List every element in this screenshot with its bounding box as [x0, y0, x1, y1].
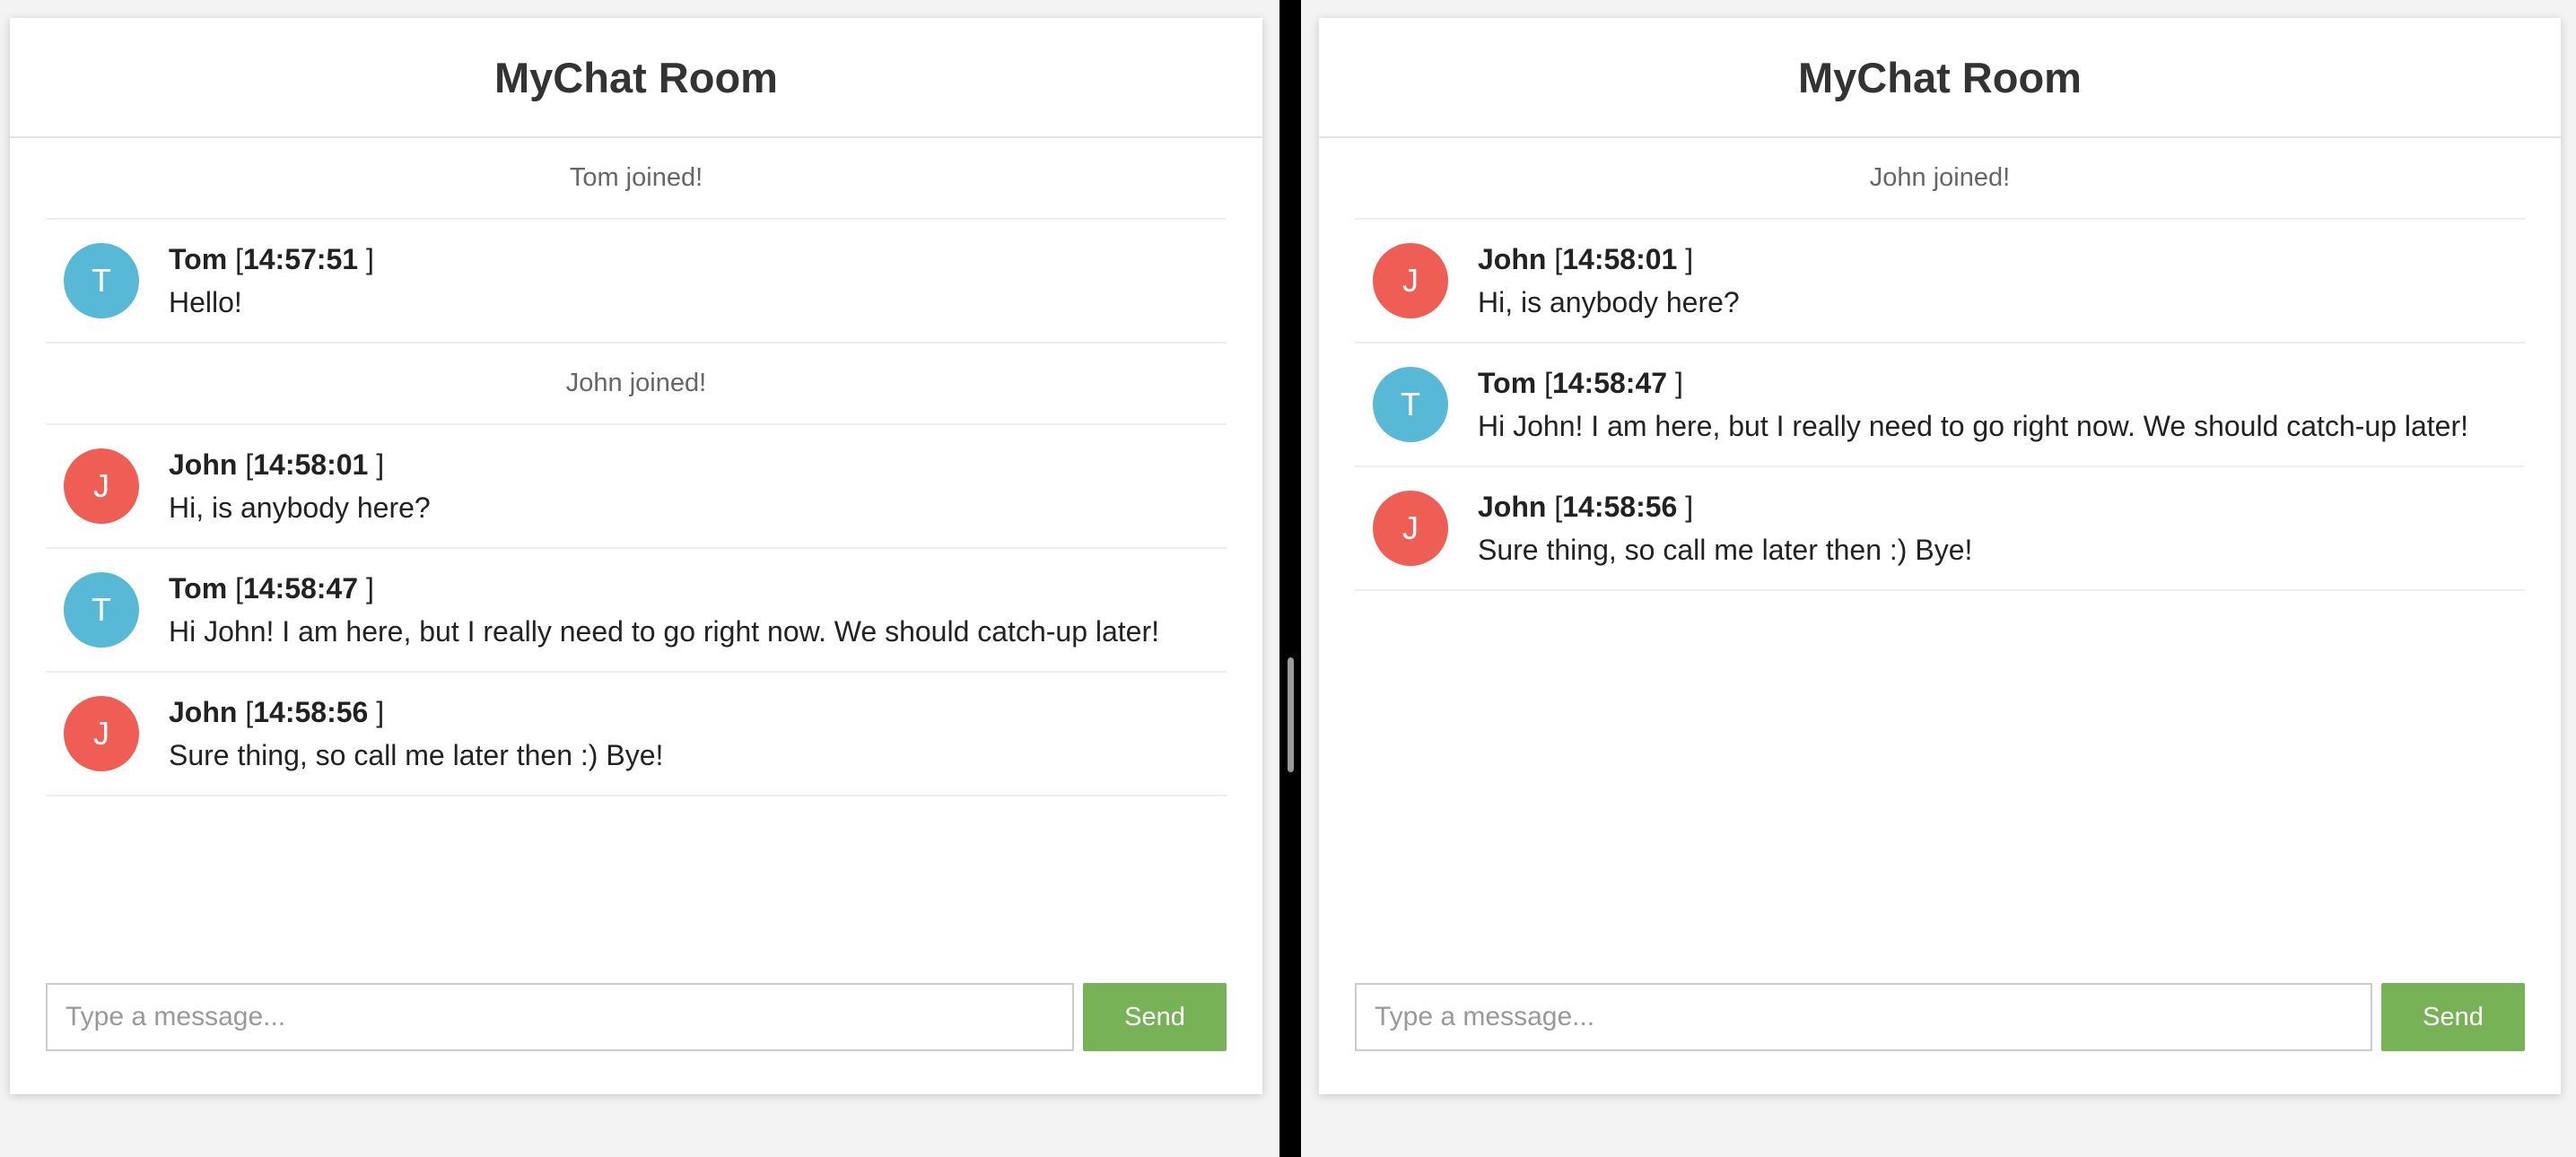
message-author: Tom — [1478, 367, 1537, 399]
split-screen: MyChat Room Tom joined! T Tom [14:57:51 … — [0, 0, 2576, 1157]
timestamp-open: [ — [1544, 367, 1552, 399]
message-meta: John [14:58:01 ] — [169, 447, 431, 483]
chat-window: MyChat Room Tom joined! T Tom [14:57:51 … — [10, 18, 1262, 1094]
timestamp-open: [ — [235, 243, 243, 275]
message-text: Sure thing, so call me later then :) Bye… — [169, 739, 664, 771]
timestamp-close: ] — [365, 572, 374, 605]
timestamp-open: [ — [1554, 491, 1563, 523]
chat-title: MyChat Room — [494, 53, 778, 101]
split-divider[interactable] — [1279, 0, 1301, 1157]
message-body: John [14:58:01 ] Hi, is anybody here? — [169, 447, 431, 526]
system-message-text: Tom joined! — [569, 163, 703, 192]
message-input[interactable] — [46, 983, 1074, 1051]
timestamp-close: ] — [376, 696, 385, 728]
system-message-text: John joined! — [1869, 163, 2011, 192]
message-composer: Send — [1355, 983, 2525, 1051]
message-meta: Tom [14:58:47 ] — [1478, 365, 2468, 401]
message-author: John — [1478, 243, 1547, 275]
chat-message: T Tom [14:58:47 ] Hi John! I am here, bu… — [46, 549, 1227, 673]
message-timestamp: 14:57:51 — [242, 243, 359, 275]
message-text: Hello! — [169, 286, 242, 318]
message-timestamp: 14:58:56 — [253, 696, 369, 728]
avatar: J — [64, 696, 139, 771]
send-button[interactable]: Send — [1083, 983, 1227, 1051]
timestamp-open: [ — [245, 696, 254, 728]
message-text: Hi John! I am here, but I really need to… — [1478, 410, 2469, 442]
chat-message: T Tom [14:57:51 ] Hello! — [46, 220, 1227, 344]
timestamp-close: ] — [1674, 367, 1683, 399]
chat-message: T Tom [14:58:47 ] Hi John! I am here, bu… — [1355, 344, 2525, 467]
message-body: Tom [14:58:47 ] Hi John! I am here, but … — [169, 570, 1159, 649]
send-button[interactable]: Send — [2381, 983, 2525, 1051]
message-timestamp: 14:58:56 — [1562, 491, 1678, 523]
message-timestamp: 14:58:47 — [242, 572, 359, 605]
message-author: John — [1478, 491, 1547, 523]
chat-message: J John [14:58:01 ] Hi, is anybody here? — [46, 425, 1227, 549]
chat-title: MyChat Room — [1798, 53, 2082, 101]
message-author: Tom — [169, 243, 228, 275]
timestamp-open: [ — [1554, 243, 1563, 275]
timestamp-close: ] — [1685, 491, 1694, 523]
system-message-text: John joined! — [565, 369, 707, 397]
left-pane: MyChat Room Tom joined! T Tom [14:57:51 … — [0, 0, 1279, 1157]
avatar: T — [64, 243, 139, 318]
system-message: John joined! — [46, 344, 1227, 425]
message-meta: Tom [14:58:47 ] — [169, 570, 1159, 606]
timestamp-close: ] — [1685, 243, 1694, 275]
message-composer: Send — [46, 983, 1227, 1051]
avatar: T — [64, 572, 139, 648]
chat-message: J John [14:58:01 ] Hi, is anybody here? — [1355, 220, 2525, 344]
message-body: John [14:58:01 ] Hi, is anybody here? — [1478, 241, 1740, 320]
message-list: Tom joined! T Tom [14:57:51 ] Hello! Joh… — [46, 138, 1227, 796]
chat-message: J John [14:58:56 ] Sure thing, so call m… — [1355, 467, 2525, 591]
avatar: T — [1373, 367, 1448, 442]
chat-window: MyChat Room John joined! J John [14:58:0… — [1319, 18, 2561, 1094]
message-timestamp: 14:58:01 — [1562, 243, 1678, 275]
avatar: J — [1373, 491, 1448, 566]
message-timestamp: 14:58:47 — [1551, 367, 1668, 399]
message-text: Hi, is anybody here? — [1478, 286, 1740, 318]
timestamp-close: ] — [376, 448, 385, 481]
system-message: John joined! — [1355, 138, 2525, 220]
chat-header: MyChat Room — [10, 18, 1262, 138]
message-author: Tom — [169, 572, 228, 605]
avatar: J — [1373, 243, 1448, 318]
right-pane: MyChat Room John joined! J John [14:58:0… — [1301, 0, 2576, 1157]
message-timestamp: 14:58:01 — [253, 448, 369, 481]
avatar: J — [64, 448, 139, 524]
message-body: Tom [14:57:51 ] Hello! — [169, 241, 374, 320]
message-body: John [14:58:56 ] Sure thing, so call me … — [169, 694, 663, 773]
chat-header: MyChat Room — [1319, 18, 2561, 138]
message-author: John — [169, 696, 238, 728]
message-meta: John [14:58:56 ] — [169, 694, 663, 730]
timestamp-open: [ — [245, 448, 254, 481]
message-body: John [14:58:56 ] Sure thing, so call me … — [1478, 489, 1972, 568]
message-text: Sure thing, so call me later then :) Bye… — [1478, 534, 1973, 566]
message-list: John joined! J John [14:58:01 ] Hi, is a… — [1355, 138, 2525, 591]
message-meta: John [14:58:01 ] — [1478, 241, 1740, 277]
timestamp-close: ] — [365, 243, 374, 275]
message-meta: Tom [14:57:51 ] — [169, 241, 374, 277]
message-input[interactable] — [1355, 983, 2372, 1051]
system-message: Tom joined! — [46, 138, 1227, 220]
divider-drag-handle[interactable] — [1288, 657, 1294, 772]
message-text: Hi John! I am here, but I really need to… — [169, 615, 1160, 648]
message-author: John — [169, 448, 238, 481]
message-body: Tom [14:58:47 ] Hi John! I am here, but … — [1478, 365, 2468, 444]
message-text: Hi, is anybody here? — [169, 492, 431, 524]
timestamp-open: [ — [235, 572, 243, 605]
chat-message: J John [14:58:56 ] Sure thing, so call m… — [46, 673, 1227, 796]
message-meta: John [14:58:56 ] — [1478, 489, 1972, 525]
